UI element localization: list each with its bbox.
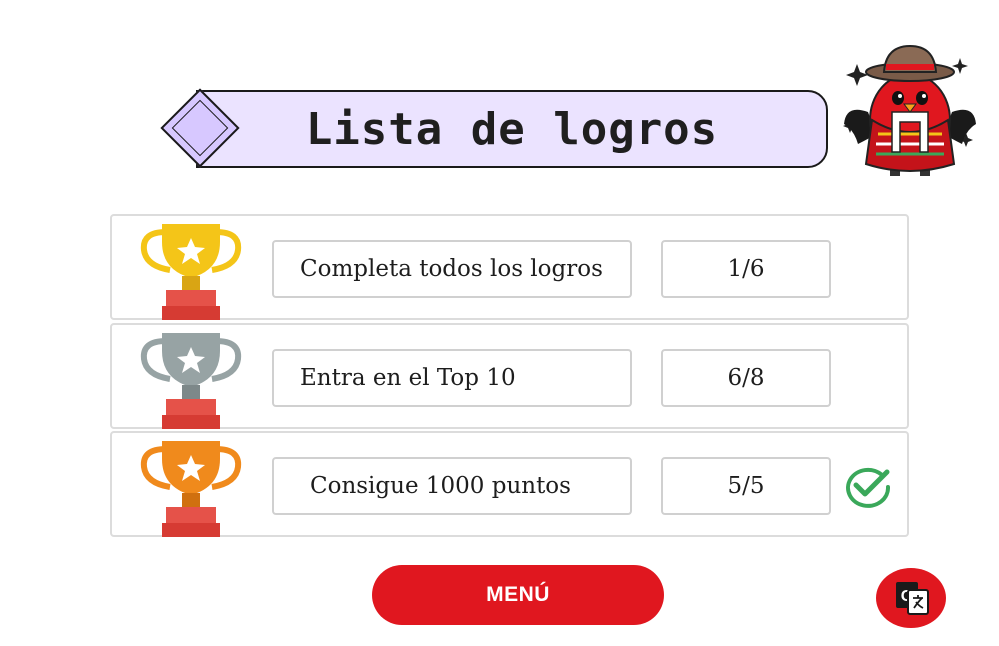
achievement-progress: 1/6 [727,256,765,282]
achievement-name-box: Completa todos los logros [272,240,632,298]
achievement-name: Consigue 1000 puntos [310,473,571,499]
achievement-name-box: Consigue 1000 puntos [272,457,632,515]
google-translate-icon: G [896,582,929,615]
checkmark-icon [846,467,891,508]
title-banner: Lista de logros [196,90,828,168]
achievement-row: Completa todos los logros 1/6 [110,214,909,320]
menu-button-label: MENÚ [486,583,550,606]
achievement-progress-box: 1/6 [661,240,831,298]
page-title: Lista de logros [305,104,719,155]
achievement-row: Consigue 1000 puntos 5/5 [110,431,909,537]
achievement-progress-box: 6/8 [661,349,831,407]
achievement-name: Completa todos los logros [300,256,603,282]
achievement-progress: 6/8 [727,365,765,391]
silver-trophy-icon [140,333,242,429]
achievement-progress: 5/5 [727,473,765,499]
gold-trophy-icon [140,224,242,320]
menu-button[interactable]: MENÚ [372,565,664,625]
achievement-name: Entra en el Top 10 [300,365,516,391]
bronze-trophy-icon [140,441,242,537]
achievement-progress-box: 5/5 [661,457,831,515]
mascot-bird-icon [843,44,976,176]
achievement-row: Entra en el Top 10 6/8 [110,323,909,429]
translate-button[interactable]: G [876,568,946,628]
achievement-name-box: Entra en el Top 10 [272,349,632,407]
